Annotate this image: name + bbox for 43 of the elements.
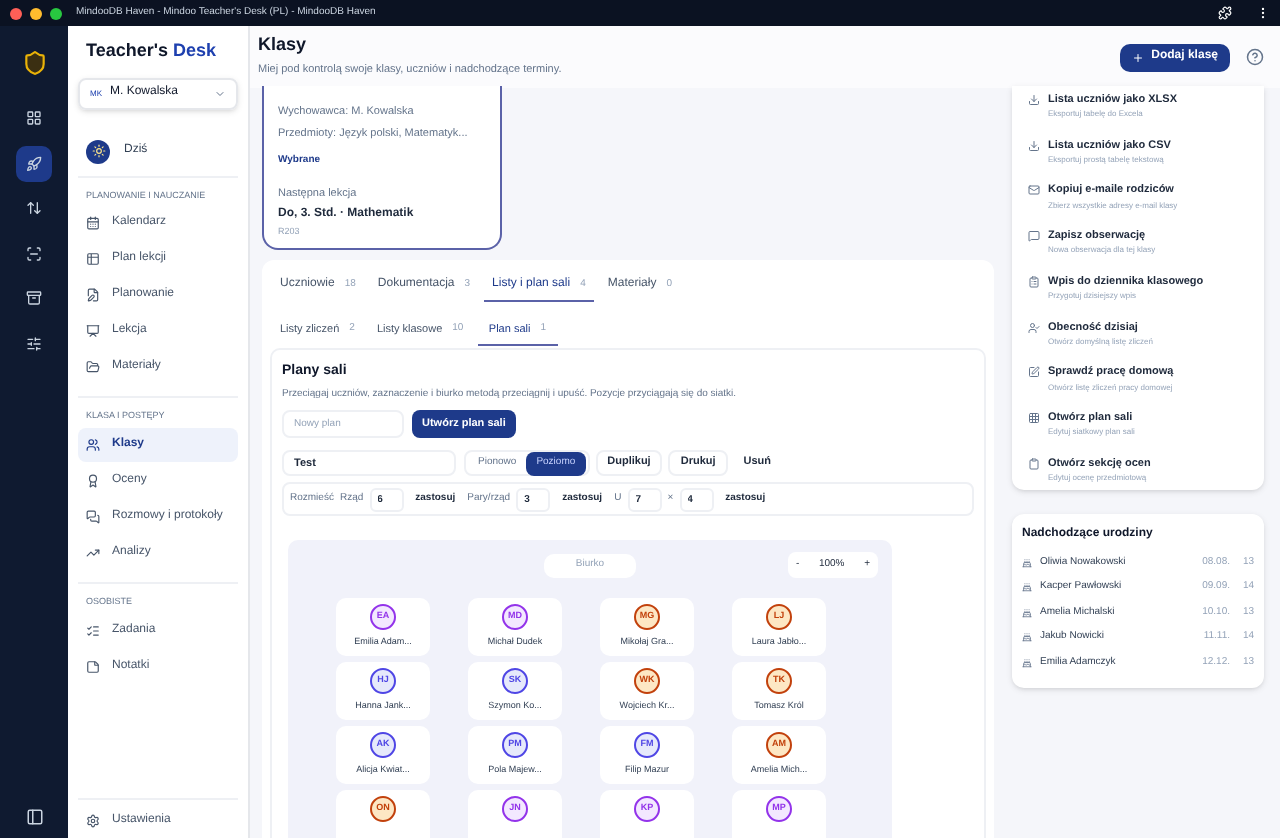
- users-icon: [86, 438, 100, 452]
- arrows-icon: [26, 200, 42, 216]
- settings-icon: [86, 814, 100, 828]
- sun-badge-icon: [86, 139, 110, 163]
- calendar-icon: [86, 216, 100, 231]
- clipboard-icon: [1028, 275, 1040, 288]
- grid-icon: [26, 110, 42, 126]
- presentation-icon: [86, 324, 100, 339]
- sliders-icon: [26, 335, 42, 351]
- file-edit-icon: [86, 288, 100, 303]
- shield-logo-icon: [21, 50, 47, 76]
- edit-icon: [1028, 366, 1040, 379]
- award-icon: [86, 474, 100, 488]
- page-title: Klasy: [258, 34, 309, 57]
- cake-icon: [1022, 632, 1032, 643]
- download-icon: [1028, 94, 1040, 106]
- kebab-icon[interactable]: [1256, 6, 1270, 20]
- trend-icon: [86, 546, 100, 560]
- user-check-icon: [1028, 321, 1040, 334]
- archive-icon: [26, 290, 42, 306]
- folder-icon: [86, 360, 100, 375]
- checklist-icon: [86, 623, 100, 638]
- download-icon: [1028, 139, 1040, 152]
- message-icon: [1028, 230, 1040, 243]
- table-icon: [86, 252, 100, 267]
- note-icon: [86, 659, 100, 674]
- rocket-icon: [26, 155, 42, 171]
- cake-icon: [1022, 657, 1032, 668]
- brand-title: Teacher's Desk: [84, 38, 219, 64]
- grid-icon: [1028, 412, 1040, 425]
- mail-icon: [1028, 184, 1040, 197]
- puzzle-icon[interactable]: [1218, 6, 1232, 20]
- plus-icon: [1131, 51, 1144, 63]
- rail-button[interactable]: [16, 145, 52, 181]
- help-icon[interactable]: [1246, 48, 1264, 66]
- panel-icon[interactable]: [25, 808, 43, 826]
- cake-icon: [1022, 607, 1032, 618]
- messages-icon: [86, 510, 100, 524]
- cake-icon: [1022, 582, 1032, 593]
- clipboard-icon: [1028, 457, 1040, 470]
- chevron-icon: [214, 87, 226, 99]
- scan-icon: [26, 245, 42, 261]
- cake-icon: [1022, 557, 1032, 568]
